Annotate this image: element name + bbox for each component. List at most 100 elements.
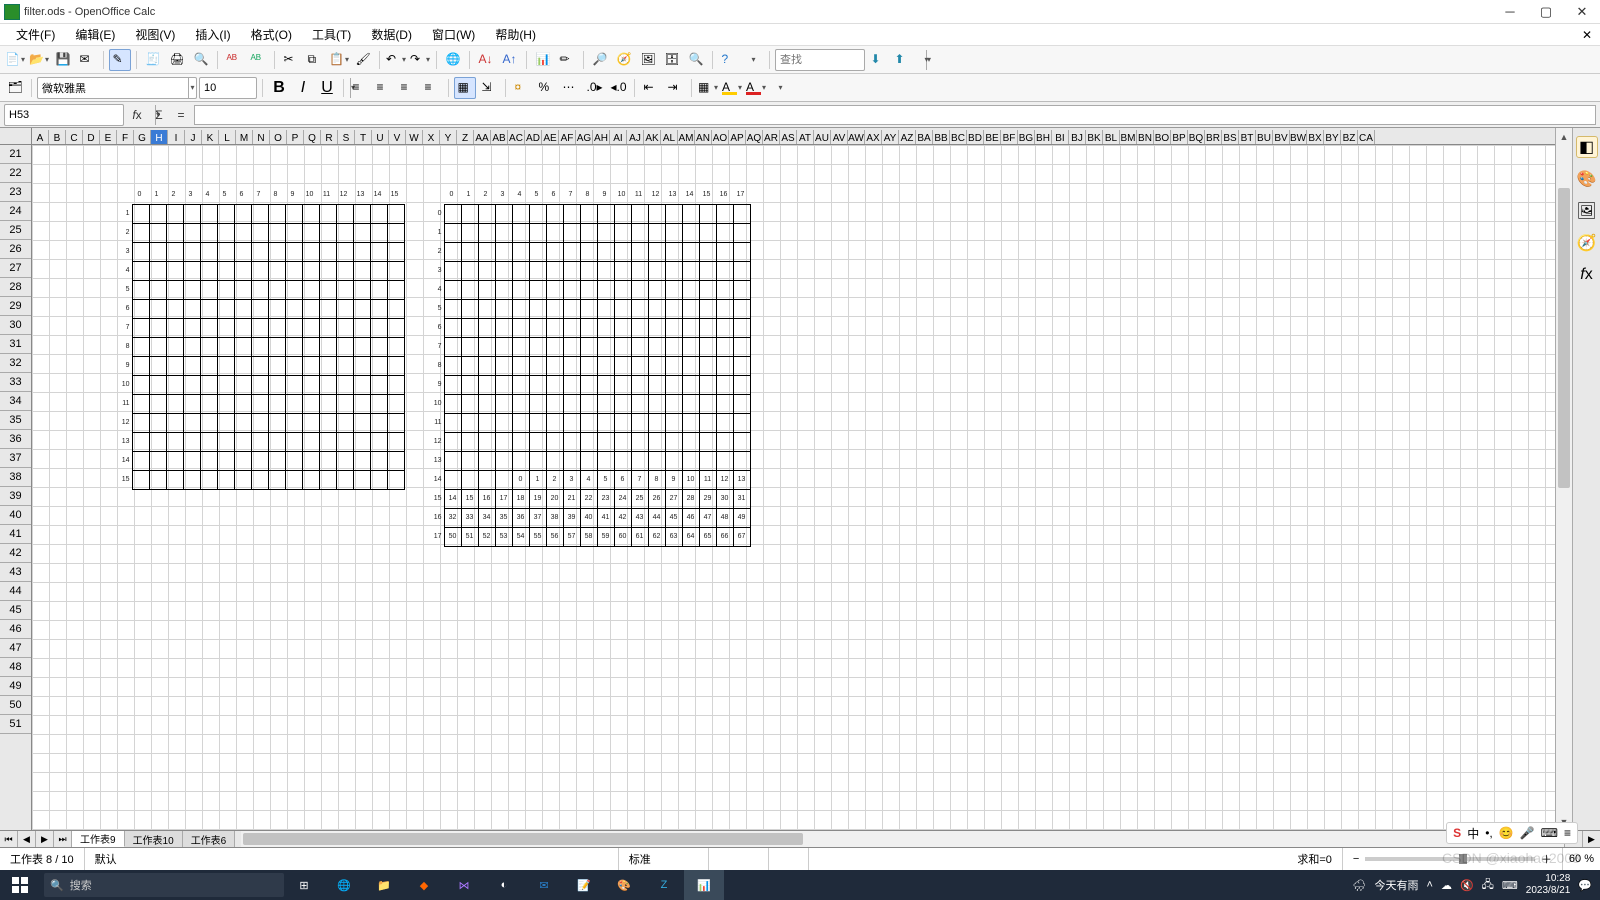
- col-header-AW[interactable]: AW: [848, 130, 865, 145]
- col-header-AV[interactable]: AV: [831, 130, 848, 145]
- open-button[interactable]: 📂▾: [28, 49, 50, 71]
- spellcheck-button[interactable]: ᴬᴮ: [223, 49, 245, 71]
- print-preview-button[interactable]: 🔍: [190, 49, 212, 71]
- column-headers[interactable]: ABCDEFGHIJKLMNOPQRSTUVWXYZAAABACADAEAFAG…: [32, 128, 1555, 145]
- col-header-AK[interactable]: AK: [644, 130, 661, 145]
- col-header-Y[interactable]: Y: [440, 130, 457, 145]
- col-header-AQ[interactable]: AQ: [746, 130, 763, 145]
- row-header-44[interactable]: 44: [0, 582, 31, 601]
- row-header-51[interactable]: 51: [0, 715, 31, 734]
- row-header-34[interactable]: 34: [0, 392, 31, 411]
- document-close-button[interactable]: ✕: [1574, 28, 1600, 42]
- col-header-AD[interactable]: AD: [525, 130, 542, 145]
- col-header-BC[interactable]: BC: [950, 130, 967, 145]
- font-size-combo[interactable]: ▾: [199, 77, 257, 99]
- chart-button[interactable]: 📊: [532, 49, 554, 71]
- save-button[interactable]: 💾: [52, 49, 74, 71]
- tray-onedrive-icon[interactable]: ☁: [1441, 879, 1452, 892]
- taskbar-app-paint[interactable]: 🎨: [604, 870, 644, 900]
- col-header-AP[interactable]: AP: [729, 130, 746, 145]
- col-header-P[interactable]: P: [287, 130, 304, 145]
- col-header-BP[interactable]: BP: [1171, 130, 1188, 145]
- equals-button[interactable]: =: [172, 106, 190, 124]
- row-header-32[interactable]: 32: [0, 354, 31, 373]
- row-header-43[interactable]: 43: [0, 563, 31, 582]
- row-header-49[interactable]: 49: [0, 677, 31, 696]
- col-header-L[interactable]: L: [219, 130, 236, 145]
- menu-data[interactable]: 数据(D): [361, 24, 422, 45]
- font-name-input[interactable]: [38, 82, 188, 94]
- col-header-AI[interactable]: AI: [610, 130, 627, 145]
- navigator-button[interactable]: 🧭: [613, 49, 635, 71]
- bgcolor-button[interactable]: A▾: [721, 77, 743, 99]
- col-header-BM[interactable]: BM: [1120, 130, 1137, 145]
- col-header-BN[interactable]: BN: [1137, 130, 1154, 145]
- align-right-button[interactable]: ≡: [397, 77, 419, 99]
- format-paint-button[interactable]: 🖌: [352, 49, 374, 71]
- row-header-46[interactable]: 46: [0, 620, 31, 639]
- del-decimal-button[interactable]: ◂.0: [607, 77, 629, 99]
- cell-canvas[interactable]: 0123456789101112131415123456789101112131…: [32, 145, 1555, 830]
- minimize-button[interactable]: ─: [1492, 0, 1528, 23]
- col-header-AL[interactable]: AL: [661, 130, 678, 145]
- col-header-R[interactable]: R: [321, 130, 338, 145]
- col-header-O[interactable]: O: [270, 130, 287, 145]
- sidebar-functions-icon[interactable]: fx: [1576, 264, 1598, 286]
- col-header-N[interactable]: N: [253, 130, 270, 145]
- row-header-40[interactable]: 40: [0, 506, 31, 525]
- row-header-50[interactable]: 50: [0, 696, 31, 715]
- menu-edit[interactable]: 编辑(E): [65, 24, 125, 45]
- menu-view[interactable]: 视图(V): [125, 24, 185, 45]
- col-header-AX[interactable]: AX: [865, 130, 882, 145]
- row-header-26[interactable]: 26: [0, 240, 31, 259]
- col-header-G[interactable]: G: [134, 130, 151, 145]
- row-header-33[interactable]: 33: [0, 373, 31, 392]
- zoom-button[interactable]: 🔍: [685, 49, 707, 71]
- scroll-up-arrow[interactable]: ▲: [1556, 128, 1572, 145]
- formula-input[interactable]: [194, 105, 1596, 125]
- col-header-BA[interactable]: BA: [916, 130, 933, 145]
- col-header-BI[interactable]: BI: [1052, 130, 1069, 145]
- col-header-AE[interactable]: AE: [542, 130, 559, 145]
- col-header-AO[interactable]: AO: [712, 130, 729, 145]
- col-header-BX[interactable]: BX: [1307, 130, 1324, 145]
- fontcolor-button[interactable]: A▾: [745, 77, 767, 99]
- row-header-35[interactable]: 35: [0, 411, 31, 430]
- col-header-A[interactable]: A: [32, 130, 49, 145]
- italic-button[interactable]: I: [292, 77, 314, 99]
- maximize-button[interactable]: ▢: [1528, 0, 1564, 23]
- col-header-AA[interactable]: AA: [474, 130, 491, 145]
- align-center-button[interactable]: ≡: [373, 77, 395, 99]
- tray-clock[interactable]: 10:28 2023/8/21: [1526, 873, 1571, 897]
- col-header-AS[interactable]: AS: [780, 130, 797, 145]
- auto-spellcheck-button[interactable]: ᴬᴮ: [247, 49, 269, 71]
- col-header-AZ[interactable]: AZ: [899, 130, 916, 145]
- align-left-button[interactable]: ≡: [349, 77, 371, 99]
- email-button[interactable]: ✉: [76, 49, 98, 71]
- col-header-AU[interactable]: AU: [814, 130, 831, 145]
- row-header-22[interactable]: 22: [0, 164, 31, 183]
- sidebar-gallery-icon[interactable]: 🖼: [1576, 200, 1598, 222]
- col-header-AC[interactable]: AC: [508, 130, 525, 145]
- col-header-C[interactable]: C: [66, 130, 83, 145]
- new-button[interactable]: 📄▾: [4, 49, 26, 71]
- col-header-BO[interactable]: BO: [1154, 130, 1171, 145]
- menu-insert[interactable]: 插入(I): [185, 24, 240, 45]
- tray-notifications-icon[interactable]: 💬: [1578, 879, 1592, 892]
- number-std-button[interactable]: ⋯: [559, 77, 581, 99]
- weather-icon[interactable]: 🌧: [1353, 879, 1367, 892]
- col-header-AT[interactable]: AT: [797, 130, 814, 145]
- find-next-button[interactable]: ⬇: [867, 49, 889, 71]
- ime-mic-icon[interactable]: 🎤: [1520, 826, 1535, 840]
- row-headers[interactable]: 2122232425262728293031323334353637383940…: [0, 145, 32, 830]
- col-header-BV[interactable]: BV: [1273, 130, 1290, 145]
- col-header-B[interactable]: B: [49, 130, 66, 145]
- weather-text[interactable]: 今天有雨: [1375, 877, 1419, 893]
- taskbar-app-1[interactable]: ◆: [404, 870, 444, 900]
- gallery-button[interactable]: 🖼: [637, 49, 659, 71]
- col-header-BH[interactable]: BH: [1035, 130, 1052, 145]
- col-header-BU[interactable]: BU: [1256, 130, 1273, 145]
- row-header-48[interactable]: 48: [0, 658, 31, 677]
- add-decimal-button[interactable]: .0▸: [583, 77, 605, 99]
- show-draw-button[interactable]: ✏: [556, 49, 578, 71]
